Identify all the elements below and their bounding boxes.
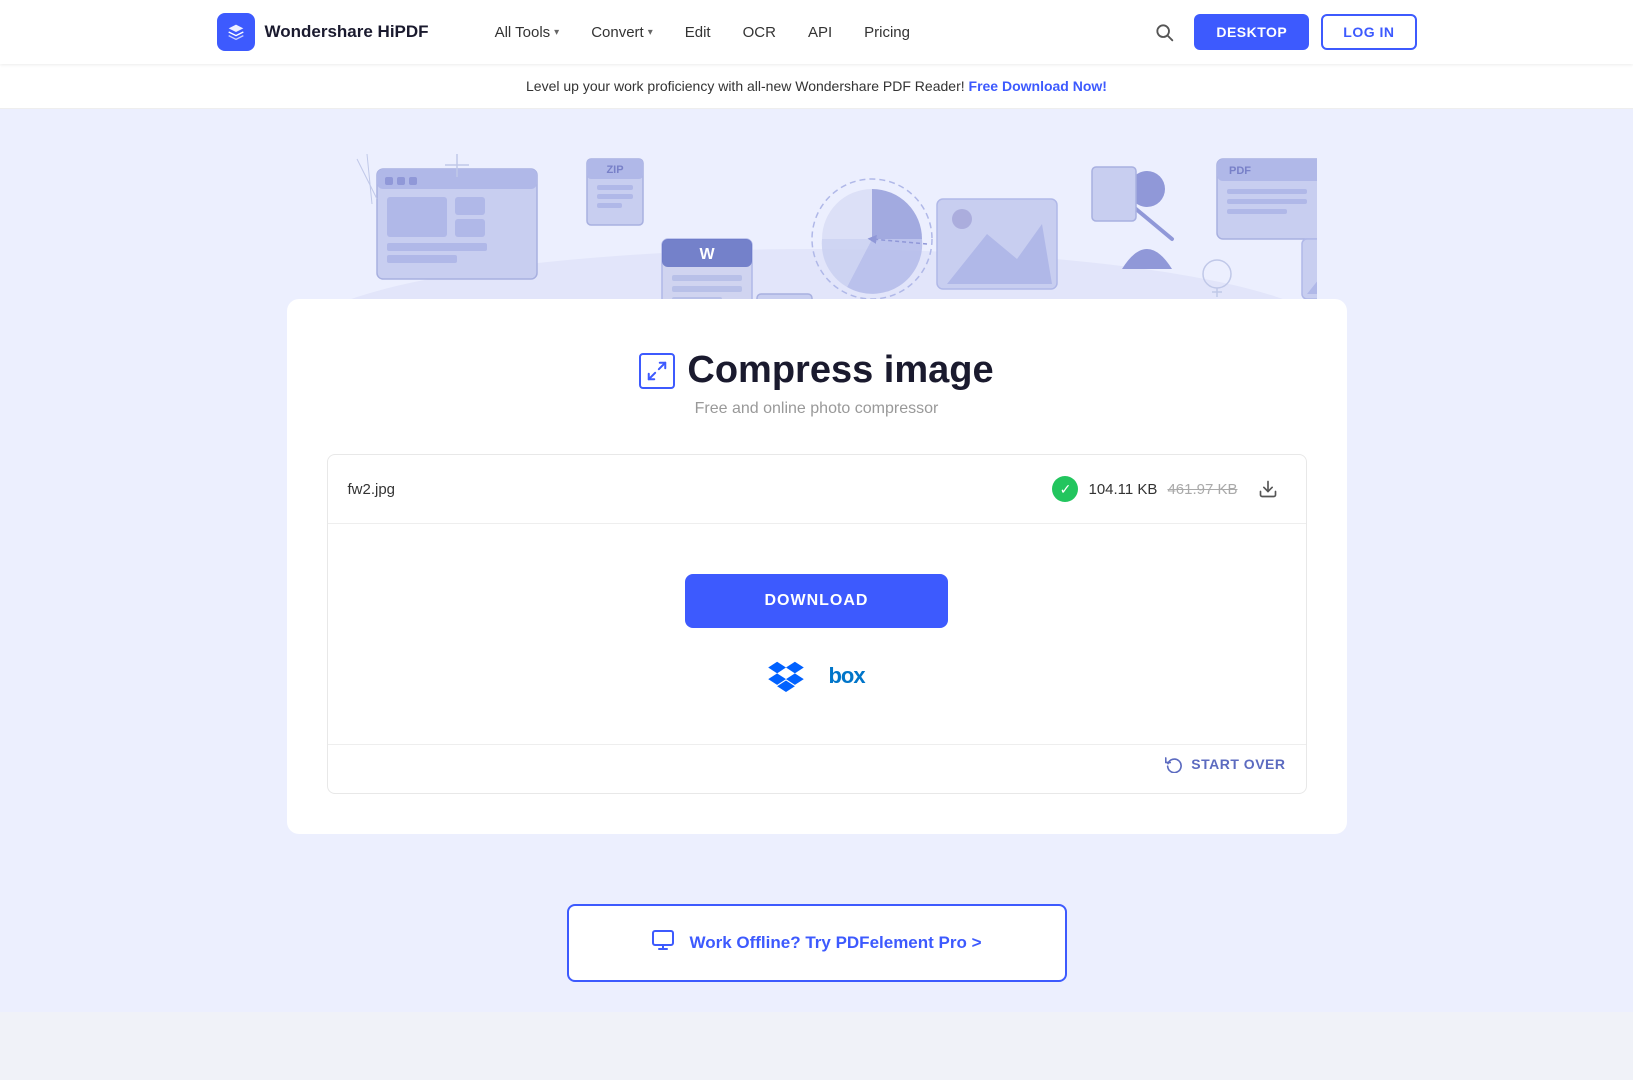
file-size-info: ✓ 104.11 KB 461.97 KB [1052, 476, 1237, 502]
logo-icon [217, 13, 255, 51]
start-over-label: START OVER [1191, 756, 1285, 772]
svg-text:W: W [699, 246, 715, 263]
refresh-icon [1165, 755, 1183, 773]
hero-illustration: ZIP W X [0, 139, 1633, 309]
file-download-button[interactable] [1250, 471, 1286, 507]
nav-ocr[interactable]: OCR [729, 16, 790, 49]
logo-area[interactable]: Wondershare HiPDF [217, 13, 429, 51]
start-over-button[interactable]: START OVER [1165, 755, 1285, 773]
file-name: fw2.jpg [348, 481, 1041, 498]
nav-links: All Tools ▾ Convert ▾ Edit OCR API Prici… [481, 16, 1111, 49]
nav-convert[interactable]: Convert ▾ [577, 16, 667, 49]
nav-edit[interactable]: Edit [671, 16, 725, 49]
nav-all-tools[interactable]: All Tools ▾ [481, 16, 574, 49]
dropbox-button[interactable] [768, 658, 804, 694]
banner-text: Level up your work proficiency with all-… [526, 78, 965, 94]
logo-text: Wondershare HiPDF [265, 22, 429, 42]
card-title-row: Compress image [327, 349, 1307, 392]
page-title: Compress image [687, 349, 993, 392]
nav-pricing[interactable]: Pricing [850, 16, 924, 49]
file-old-size: 461.97 KB [1167, 481, 1237, 498]
svg-text:PDF: PDF [1229, 165, 1251, 177]
cloud-save-options: box [768, 658, 864, 694]
login-button[interactable]: LOG IN [1321, 14, 1416, 50]
offline-banner-text: Work Offline? Try PDFelement Pro > [689, 933, 981, 953]
compress-image-icon [639, 353, 675, 389]
nav-api[interactable]: API [794, 16, 846, 49]
top-banner: Level up your work proficiency with all-… [0, 64, 1633, 109]
navbar: Wondershare HiPDF All Tools ▾ Convert ▾ … [0, 0, 1633, 64]
compress-card: Compress image Free and online photo com… [287, 299, 1347, 834]
hero-area: ZIP W X [0, 109, 1633, 309]
box-button[interactable]: box [828, 663, 864, 689]
nav-right: DESKTOP LOG IN [1146, 14, 1416, 50]
banner-link[interactable]: Free Download Now! [969, 78, 1107, 94]
card-subtitle: Free and online photo compressor [327, 400, 1307, 418]
start-over-row: START OVER [328, 744, 1306, 793]
desktop-button[interactable]: DESKTOP [1194, 14, 1309, 50]
chevron-down-icon: ▾ [648, 27, 653, 38]
main-content: Compress image Free and online photo com… [0, 309, 1633, 874]
offline-banner[interactable]: Work Offline? Try PDFelement Pro > [567, 904, 1067, 982]
search-button[interactable] [1146, 14, 1182, 50]
monitor-icon [651, 928, 675, 958]
success-icon: ✓ [1052, 476, 1078, 502]
box-logo-text: box [828, 663, 864, 688]
offline-banner-wrap: Work Offline? Try PDFelement Pro > [0, 874, 1633, 1012]
table-row: fw2.jpg ✓ 104.11 KB 461.97 KB [328, 455, 1306, 524]
download-button[interactable]: DOWNLOAD [685, 574, 949, 628]
chevron-down-icon: ▾ [554, 27, 559, 38]
svg-text:ZIP: ZIP [606, 164, 623, 176]
download-area: DOWNLOAD box [328, 524, 1306, 744]
file-new-size: 104.11 KB [1088, 481, 1157, 498]
file-table: fw2.jpg ✓ 104.11 KB 461.97 KB DOWNLOAD [327, 454, 1307, 794]
